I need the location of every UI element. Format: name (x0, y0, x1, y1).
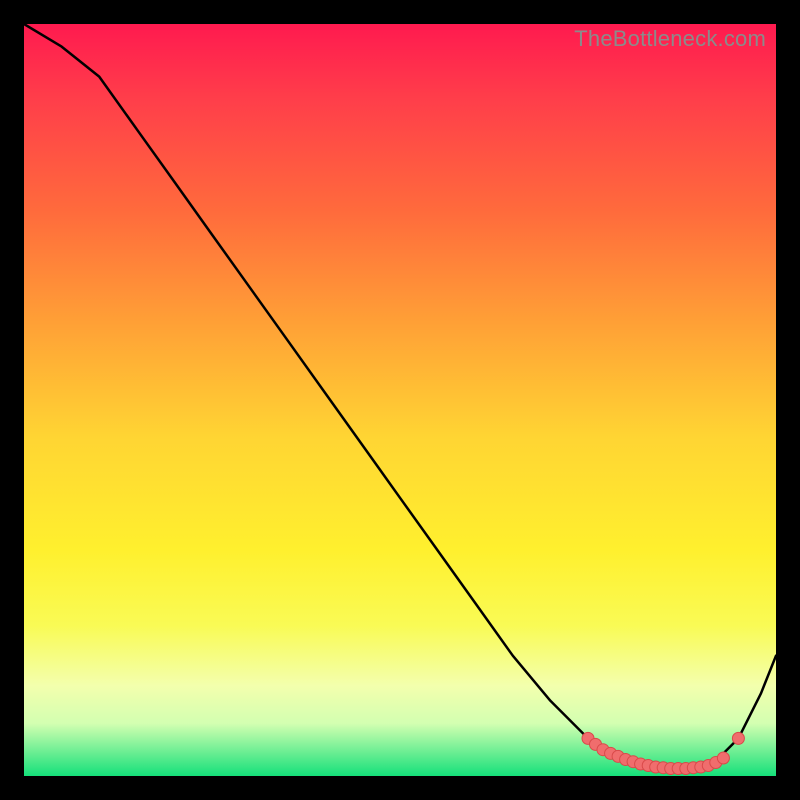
highlight-dot (627, 756, 639, 768)
highlight-dot (710, 757, 722, 769)
highlight-dot (650, 761, 662, 773)
highlight-dot (612, 750, 624, 762)
highlight-dot (605, 747, 617, 759)
highlight-dot (582, 732, 594, 744)
watermark-text: TheBottleneck.com (574, 26, 766, 52)
highlight-dot (717, 752, 729, 764)
highlight-dot (657, 762, 669, 774)
highlight-dot (732, 732, 744, 744)
highlight-dot (695, 761, 707, 773)
highlight-dot (642, 760, 654, 772)
chart-plot-area: TheBottleneck.com (24, 24, 776, 776)
highlight-dot (597, 744, 609, 756)
highlight-dot (620, 754, 632, 766)
curve-svg (24, 24, 776, 776)
highlight-dot (635, 758, 647, 770)
highlight-dot (680, 763, 692, 775)
highlight-dot (590, 738, 602, 750)
highlight-dot (672, 763, 684, 775)
chart-frame: TheBottleneck.com (0, 0, 800, 800)
highlight-dot (702, 760, 714, 772)
curve-path (24, 24, 776, 769)
highlight-dot (687, 762, 699, 774)
highlight-dot (665, 763, 677, 775)
highlight-dots (582, 732, 744, 774)
